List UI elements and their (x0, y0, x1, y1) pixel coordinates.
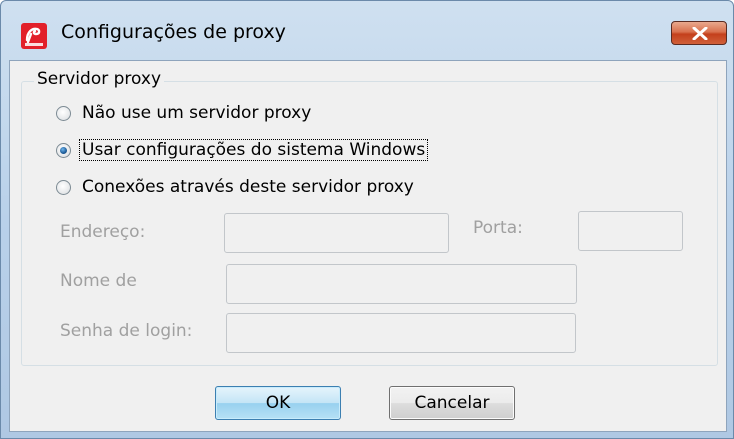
port-label: Porta: (473, 218, 523, 238)
window-title: Configurações de proxy (61, 21, 286, 43)
radio-no-proxy-button[interactable] (56, 105, 71, 121)
title-bar[interactable]: Configurações de proxy (1, 1, 733, 61)
groupbox-legend: Servidor proxy (34, 69, 165, 89)
radio-use-windows-settings-button[interactable] (56, 142, 71, 158)
close-x-icon (692, 27, 708, 40)
address-label: Endereço: (60, 222, 146, 242)
login-name-field[interactable] (226, 264, 577, 304)
radio-no-proxy-label: Não use um servidor proxy (82, 103, 312, 123)
cancel-button[interactable]: Cancelar (389, 386, 515, 420)
radio-custom-proxy-button[interactable] (56, 179, 71, 195)
radio-use-windows-settings[interactable]: Usar configurações do sistema Windows (56, 138, 429, 162)
proxy-settings-dialog: Configurações de proxy Servidor proxy Nã… (0, 0, 734, 439)
radio-use-windows-settings-label: Usar configurações do sistema Windows (78, 139, 429, 161)
password-field[interactable] (226, 313, 576, 353)
port-field[interactable] (578, 211, 683, 251)
close-button[interactable] (671, 21, 727, 45)
radio-custom-proxy-label: Conexões através deste servidor proxy (82, 177, 414, 197)
password-label: Senha de login: (60, 321, 193, 341)
avira-umbrella-icon (21, 23, 47, 49)
dialog-client-area: Servidor proxy Não use um servidor proxy… (9, 60, 727, 432)
login-name-label: Nome de (60, 271, 137, 291)
radio-custom-proxy[interactable]: Conexões através deste servidor proxy (56, 175, 416, 199)
address-field[interactable] (224, 213, 449, 253)
ok-button[interactable]: OK (215, 386, 341, 420)
radio-no-proxy[interactable]: Não use um servidor proxy (56, 101, 313, 125)
